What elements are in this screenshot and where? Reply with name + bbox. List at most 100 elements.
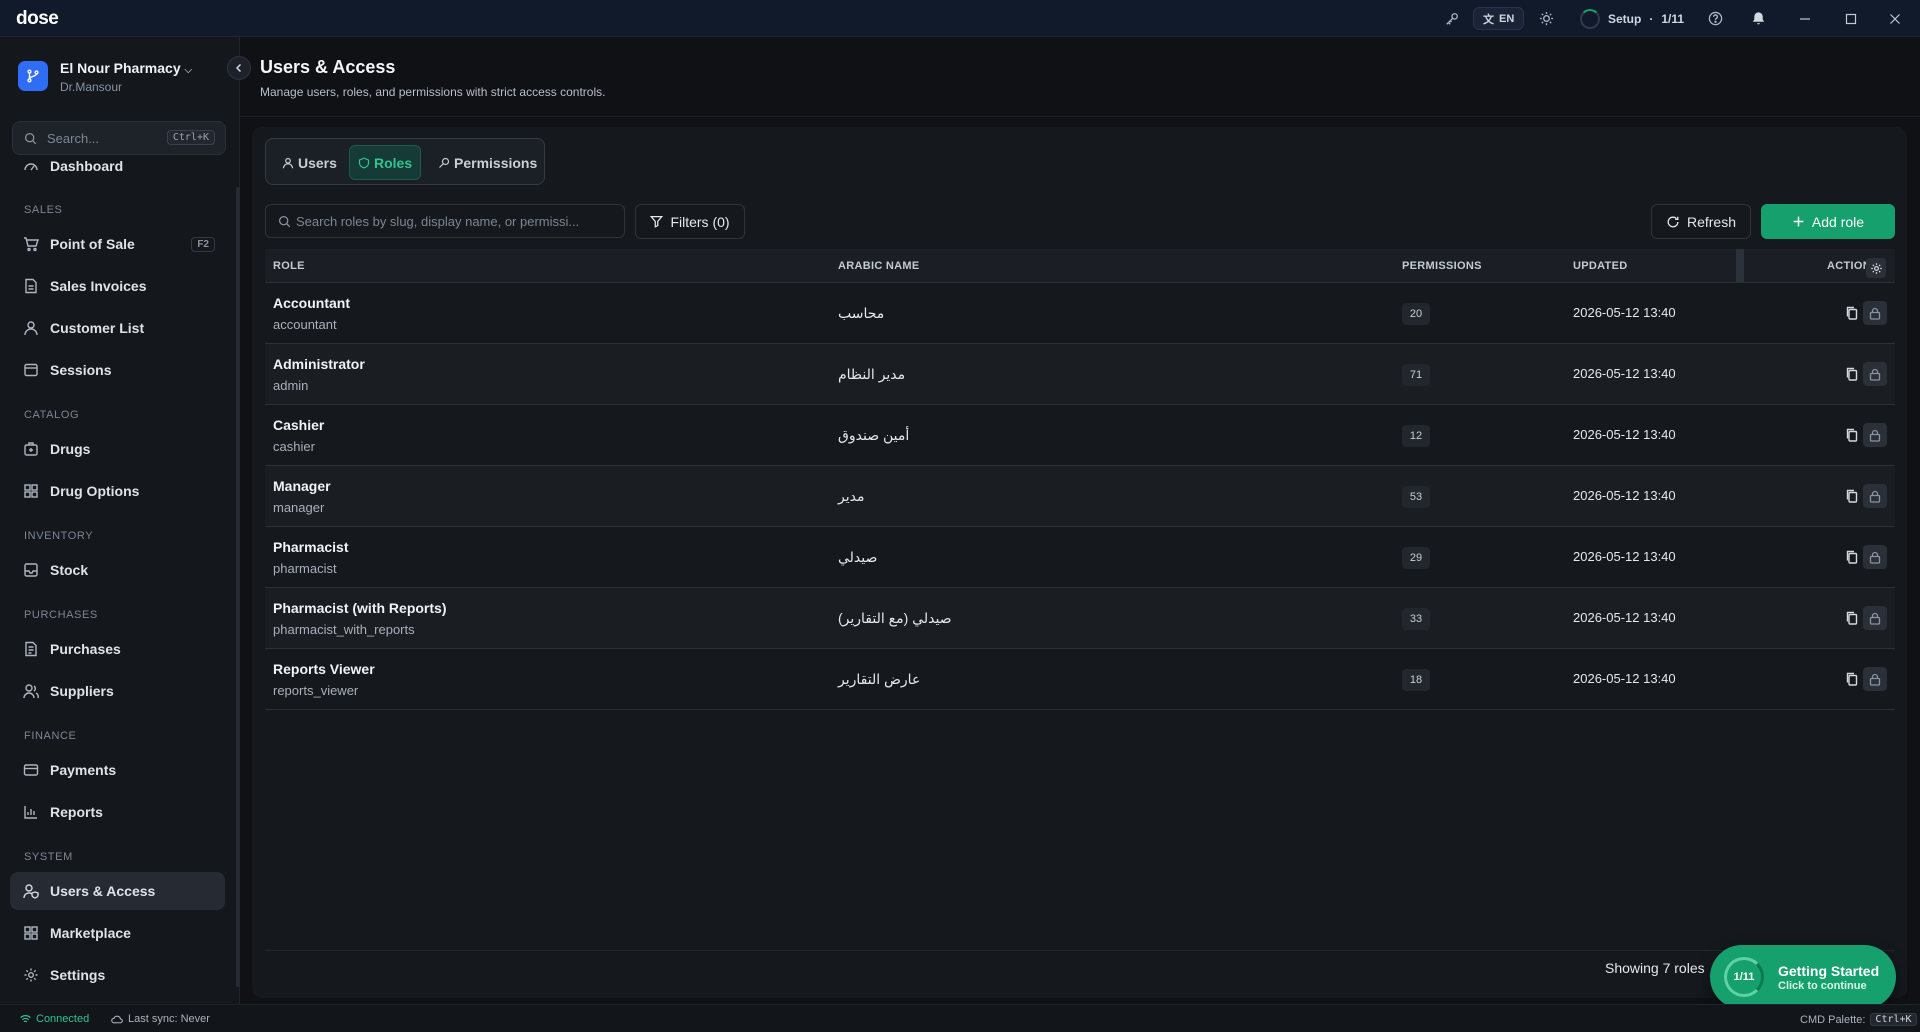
role-name: Cashier	[273, 417, 325, 433]
maximize-icon[interactable]	[1841, 7, 1861, 30]
apps-icon	[24, 926, 38, 940]
section-system: SYSTEM	[24, 851, 73, 863]
tab-bar: Users Roles Permissions	[265, 138, 545, 185]
copy-icon[interactable]	[1842, 608, 1862, 628]
sidebar-item-payments[interactable]: Payments	[10, 751, 225, 789]
copy-icon[interactable]	[1842, 425, 1862, 445]
sidebar-item-label: Drugs	[50, 441, 91, 457]
shield-icon	[358, 156, 370, 168]
tab-roles[interactable]: Roles	[349, 145, 422, 180]
collapse-sidebar-button[interactable]	[227, 56, 251, 80]
setup-progress[interactable]: Setup · 1/11	[1574, 7, 1694, 30]
permissions-count: 29	[1402, 547, 1430, 569]
sidebar-item-label: Customer List	[50, 320, 145, 336]
table-row[interactable]: Cashier cashier أمين صندوق 12 2026-05-12…	[265, 405, 1895, 466]
tab-users[interactable]: Users	[274, 145, 345, 180]
lock-icon[interactable]	[1863, 362, 1887, 386]
lock-icon[interactable]	[1863, 301, 1887, 325]
sidebar-item-marketplace[interactable]: Marketplace	[10, 914, 225, 952]
lock-icon[interactable]	[1863, 423, 1887, 447]
tab-permissions[interactable]: Permissions	[430, 145, 545, 180]
role-slug: pharmacist_with_reports	[273, 622, 415, 637]
lock-icon[interactable]	[1863, 606, 1887, 630]
grid-icon	[24, 484, 38, 498]
column-role[interactable]: ROLE	[273, 260, 305, 272]
sidebar-item-purchases[interactable]: Purchases	[10, 630, 225, 668]
lock-icon[interactable]	[1863, 667, 1887, 691]
getting-started-progress: 1/11	[1724, 957, 1764, 997]
role-slug: pharmacist	[273, 561, 337, 576]
sidebar-item-sales-invoices[interactable]: Sales Invoices	[10, 267, 225, 305]
updated-at: 2026-05-12 13:40	[1573, 488, 1676, 503]
copy-icon[interactable]	[1842, 547, 1862, 567]
sidebar-item-sessions[interactable]: Sessions	[10, 351, 225, 389]
table-row[interactable]: Pharmacist (with Reports) pharmacist_wit…	[265, 588, 1895, 649]
copy-icon[interactable]	[1842, 364, 1862, 384]
column-arabic-name[interactable]: ARABIC NAME	[838, 260, 920, 272]
gear-icon	[24, 968, 38, 982]
medical-kit-icon	[24, 442, 38, 456]
getting-started-widget[interactable]: 1/11 Getting Started Click to continue	[1710, 945, 1896, 1009]
copy-icon[interactable]	[1842, 669, 1862, 689]
table-row[interactable]: Reports Viewer reports_viewer عارض التقا…	[265, 649, 1895, 710]
sidebar-item-label: Suppliers	[50, 683, 114, 699]
column-updated[interactable]: UPDATED	[1573, 260, 1627, 272]
column-permissions[interactable]: PERMISSIONS	[1402, 260, 1482, 272]
sidebar-item-dashboard[interactable]: Dashboard	[10, 159, 225, 185]
app-logo: dose	[16, 8, 59, 29]
sidebar-item-users-access[interactable]: Users & Access	[10, 872, 225, 910]
getting-started-title: Getting Started	[1778, 963, 1880, 979]
filters-button[interactable]: Filters (0)	[635, 204, 745, 239]
refresh-button[interactable]: Refresh	[1651, 204, 1751, 239]
sidebar-item-stock[interactable]: Stock	[10, 551, 225, 589]
nav-list[interactable]: Dashboard SALES Point of Sale F2 Sales I…	[0, 159, 236, 1004]
help-icon[interactable]	[1705, 7, 1725, 30]
sidebar-item-pos[interactable]: Point of Sale F2	[10, 225, 225, 263]
sidebar-item-settings[interactable]: Settings	[10, 956, 225, 994]
box-icon	[24, 563, 38, 577]
permissions-count: 33	[1402, 608, 1430, 630]
cmd-palette-hint[interactable]: CMD Palette: Ctrl+K	[1800, 1013, 1917, 1026]
minimize-icon[interactable]	[1795, 7, 1815, 30]
copy-icon[interactable]	[1842, 303, 1862, 323]
sidebar-scrollbar[interactable]	[236, 187, 240, 987]
search-shortcut: Ctrl+K	[166, 130, 215, 145]
receipt-icon	[25, 641, 37, 657]
sidebar-item-reports[interactable]: Reports	[10, 793, 225, 831]
column-settings-button[interactable]	[1866, 258, 1886, 278]
language-switcher[interactable]: 文 EN	[1473, 7, 1525, 30]
lock-icon[interactable]	[1863, 545, 1887, 569]
cloud-icon	[111, 1015, 123, 1024]
table-row[interactable]: Administrator admin مدير النظام 71 2026-…	[265, 344, 1895, 405]
section-purchases: PURCHASES	[24, 609, 98, 621]
sidebar-item-customer-list[interactable]: Customer List	[10, 309, 225, 347]
close-icon[interactable]	[1885, 7, 1905, 30]
role-name: Administrator	[273, 356, 365, 372]
column-resize-handle[interactable]	[1736, 249, 1744, 282]
setup-dot: ·	[1649, 11, 1654, 26]
role-slug: cashier	[273, 439, 315, 454]
sidebar-search[interactable]: Search... Ctrl+K	[12, 121, 226, 155]
table-row[interactable]: Manager manager مدير 53 2026-05-12 13:40	[265, 466, 1895, 527]
getting-started-subtitle: Click to continue	[1778, 980, 1867, 992]
theme-toggle[interactable]	[1536, 7, 1556, 30]
sidebar-item-drug-options[interactable]: Drug Options	[10, 472, 225, 510]
dashboard-icon	[24, 163, 38, 171]
org-switcher[interactable]: El Nour Pharmacy ⌵ Dr.Mansour	[18, 57, 228, 97]
roles-search-input[interactable]: Search roles by slug, display name, or p…	[265, 204, 625, 238]
sidebar-item-drugs[interactable]: Drugs	[10, 430, 225, 468]
add-role-button[interactable]: Add role	[1761, 204, 1895, 239]
sidebar-item-suppliers[interactable]: Suppliers	[10, 672, 225, 710]
role-arabic-name: أمين صندوق	[838, 427, 910, 443]
table-row[interactable]: Pharmacist pharmacist صيدلي 29 2026-05-1…	[265, 527, 1895, 588]
table-row[interactable]: Accountant accountant محاسب 20 2026-05-1…	[265, 283, 1895, 344]
role-name: Pharmacist	[273, 539, 349, 555]
copy-icon[interactable]	[1842, 486, 1862, 506]
rows-count: Showing 7 roles	[1605, 960, 1705, 976]
key-icon[interactable]	[1442, 7, 1462, 30]
role-arabic-name: محاسب	[838, 305, 885, 321]
bell-icon[interactable]	[1748, 7, 1768, 30]
role-arabic-name: صيدلي	[838, 549, 878, 565]
user-icon	[282, 157, 294, 168]
lock-icon[interactable]	[1863, 484, 1887, 508]
